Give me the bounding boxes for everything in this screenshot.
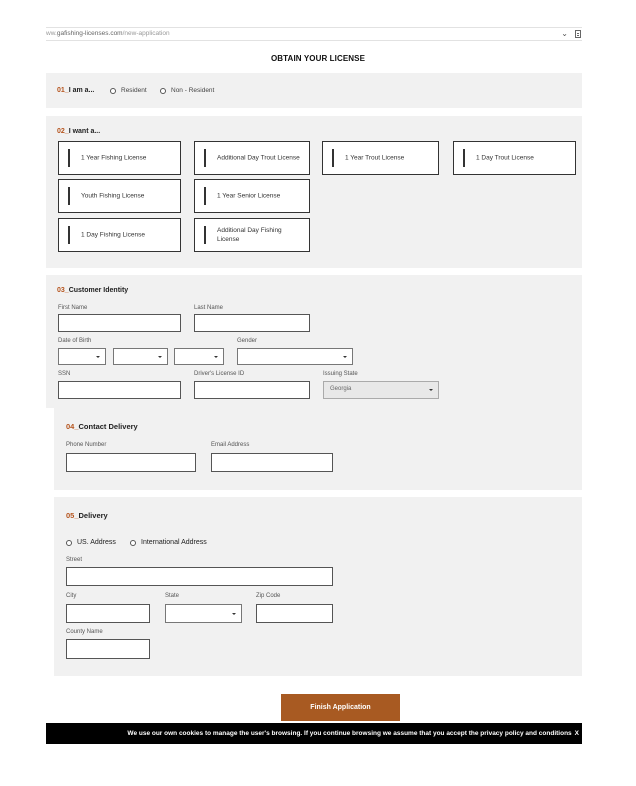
section-heading: 01_I am a... [57, 87, 95, 94]
email-label: Email Address [211, 442, 250, 448]
first-name-input[interactable] [58, 314, 181, 332]
caret-down-icon [96, 356, 100, 358]
dob-label: Date of Birth [58, 338, 92, 344]
radio-circle [110, 87, 116, 94]
zip-label: Zip Code [256, 593, 281, 599]
issuing-state-label: Issuing State [323, 371, 358, 377]
section-contact-delivery: 04_Contact Delivery Phone Number Email A… [54, 408, 582, 490]
option-youth-fishing[interactable]: Youth Fishing License [58, 179, 181, 213]
ssn-label: SSN [58, 371, 71, 377]
section-license-type: 02_I want a... 1 Year Fishing License Ad… [46, 116, 582, 268]
phone-input[interactable] [66, 453, 196, 472]
gender-select[interactable] [237, 348, 353, 365]
caret-down-icon [429, 389, 433, 391]
ssn-input[interactable] [58, 381, 181, 399]
finish-application-button[interactable]: Finish Application [281, 694, 400, 721]
option-additional-day-trout[interactable]: Additional Day Trout License [194, 141, 310, 175]
close-icon[interactable]: X [575, 730, 579, 737]
street-input[interactable] [66, 567, 333, 586]
dob-day-select[interactable] [113, 348, 168, 365]
section-delivery: 05_Delivery US. Address International Ad… [54, 497, 582, 676]
radio-international-address[interactable]: International Address [130, 539, 207, 546]
section-heading: 02_I want a... [57, 128, 101, 135]
url-text: ww.gafishing-licenses.com/new-applicatio… [46, 30, 170, 37]
caret-down-icon [214, 356, 218, 358]
phone-label: Phone Number [66, 442, 107, 448]
caret-down-icon [232, 613, 236, 615]
city-label: City [66, 593, 77, 599]
radio-circle [130, 539, 136, 546]
email-input[interactable] [211, 453, 333, 472]
section-heading: 05_Delivery [66, 511, 108, 520]
section-heading: 03_Customer Identity [57, 287, 129, 294]
drivers-license-input[interactable] [194, 381, 310, 399]
dob-year-select[interactable] [174, 348, 224, 365]
section-resident: 01_I am a... Resident Non - Resident [46, 73, 582, 108]
option-1-day-fishing[interactable]: 1 Day Fishing License [58, 218, 181, 252]
option-1-day-trout[interactable]: 1 Day Trout License [453, 141, 576, 175]
caret-down-icon [158, 356, 162, 358]
dob-month-select[interactable] [58, 348, 106, 365]
section-customer-identity: 03_Customer Identity First Name Last Nam… [46, 275, 582, 408]
street-label: Street [66, 557, 83, 563]
radio-circle [66, 539, 72, 546]
issuing-state-select[interactable]: Georgia [323, 381, 439, 399]
first-name-label: First Name [58, 305, 88, 311]
option-1-year-fishing[interactable]: 1 Year Fishing License [58, 141, 181, 175]
option-1-year-senior[interactable]: 1 Year Senior License [194, 179, 310, 213]
last-name-input[interactable] [194, 314, 310, 332]
zip-input[interactable] [256, 604, 333, 623]
option-additional-day-fishing[interactable]: Additional Day Fishing License [194, 218, 310, 252]
last-name-label: Last Name [194, 305, 224, 311]
radio-resident[interactable]: Resident [110, 87, 147, 94]
county-label: County Name [66, 629, 103, 635]
address-bar[interactable]: ww.gafishing-licenses.com/new-applicatio… [46, 27, 582, 41]
county-input[interactable] [66, 639, 150, 659]
section-heading: 04_Contact Delivery [66, 422, 138, 431]
city-input[interactable] [66, 604, 150, 623]
caret-down-icon [343, 356, 347, 358]
state-label: State [165, 593, 180, 599]
chevron-down-icon[interactable]: ⌄ [561, 28, 568, 40]
url-path: /new-application [122, 30, 170, 37]
radio-non-resident[interactable]: Non - Resident [160, 87, 214, 94]
drivers-license-label: Driver's License ID [194, 371, 245, 377]
state-select[interactable] [165, 604, 242, 623]
cookie-banner: We use our own cookies to manage the use… [46, 723, 582, 744]
cookie-text: We use our own cookies to manage the use… [127, 730, 572, 737]
page-title: OBTAIN YOUR LICENSE [270, 54, 366, 63]
gender-label: Gender [237, 338, 258, 344]
option-1-year-trout[interactable]: 1 Year Trout License [322, 141, 439, 175]
radio-us-address[interactable]: US. Address [66, 539, 116, 546]
url-domain: gafishing-licenses.com [56, 30, 123, 37]
radio-circle [160, 87, 166, 94]
document-icon[interactable] [575, 30, 581, 38]
